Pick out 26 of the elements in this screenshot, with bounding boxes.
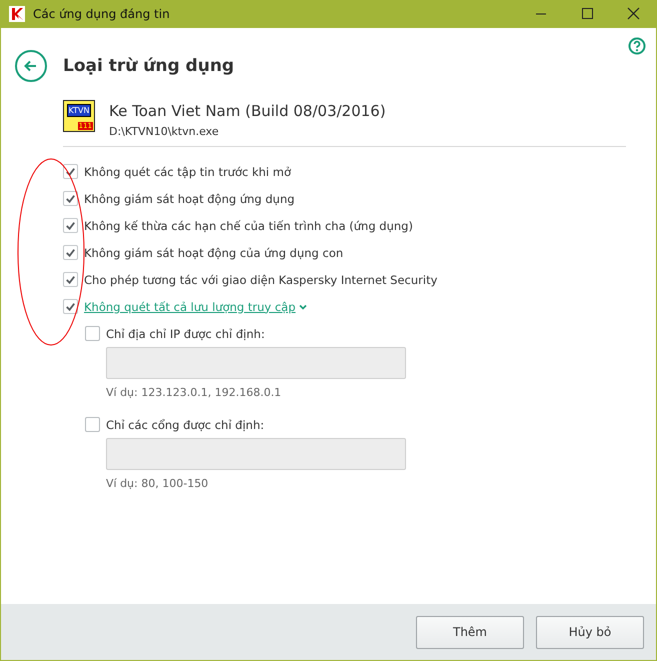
- checkbox[interactable]: [63, 299, 78, 314]
- checkbox[interactable]: [63, 218, 78, 233]
- help-icon[interactable]: [628, 37, 646, 55]
- checkbox[interactable]: [85, 326, 100, 341]
- checkbox[interactable]: [63, 164, 78, 179]
- application-name: Ke Toan Viet Nam (Build 08/03/2016): [109, 102, 386, 120]
- example-hint: Ví dụ: 80, 100-150: [106, 477, 210, 490]
- option-label: Không kế thừa các hạn chế của tiến trình cha (ứng dụng): [84, 218, 413, 232]
- option-label: Cho phép tương tác với giao diện Kaspersky Internet Security: [84, 272, 438, 286]
- checkbox[interactable]: [63, 272, 78, 287]
- checkbox[interactable]: [63, 245, 78, 260]
- page-title: Loại trừ ứng dụng: [63, 56, 234, 76]
- logo-icon: [9, 6, 25, 22]
- dialog-button[interactable]: Thêm: [416, 616, 524, 648]
- application-path: D:\KTVN10\ktvn.exe: [109, 125, 220, 138]
- option-label: Không giám sát hoạt động của ứng dụng con: [84, 246, 344, 260]
- option-label: Không giám sát hoạt động ứng dụng: [84, 192, 295, 206]
- option-label: Chỉ các cổng được chỉ định:: [106, 418, 264, 432]
- checkbox[interactable]: [85, 417, 100, 432]
- window-title: Các ứng dụng đáng tin: [33, 7, 171, 21]
- example-hint: Ví dụ: 123.123.0.1, 192.168.0.1: [106, 386, 282, 399]
- checkbox[interactable]: [63, 191, 78, 206]
- dialog-button[interactable]: Hủy bỏ: [536, 616, 644, 648]
- option-label: Không quét các tập tin trước khi mở: [84, 164, 292, 178]
- back-icon[interactable]: [15, 50, 47, 82]
- option-label: Chỉ địa chỉ IP được chỉ định:: [106, 326, 265, 340]
